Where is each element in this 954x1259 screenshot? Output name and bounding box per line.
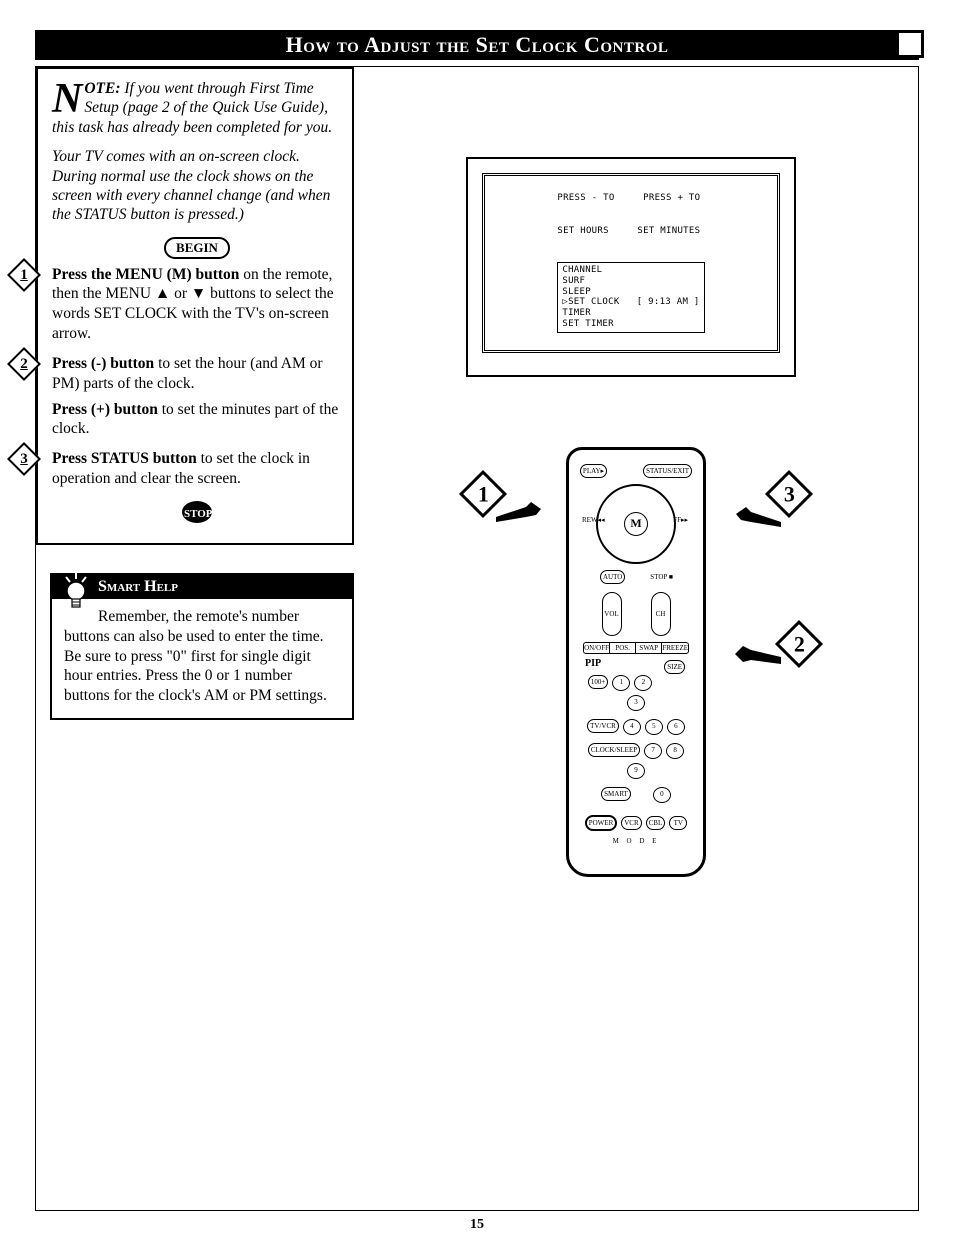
hand-2-icon [731,642,781,672]
size-button-icon: SIZE [664,660,685,674]
step-2-diamond-icon: 2 [7,347,41,381]
num-8-button-icon: 8 [666,743,684,759]
play-button-icon: PLAY▸ [580,464,607,478]
pip-bar-icon: ON/OFFPOS.SWAPFREEZE [583,642,689,654]
intro-paragraph: Your TV comes with an on-screen clock. D… [52,147,342,225]
lightbulb-icon [62,577,90,613]
step-1: 1 Press the MENU (M) button on the remot… [52,265,342,344]
step-3: 3 Press STATUS button to set the clock i… [52,449,342,489]
stop-pill: STOP [182,501,212,523]
num-0-button-icon: 0 [653,787,671,803]
status-button-icon: STATUS/EXIT [643,464,692,478]
step-1-diamond-icon: 1 [7,258,41,292]
smart-help-header: Smart Help [52,575,352,599]
content-frame: N OTE: If you went through First Time Se… [35,66,919,1211]
smart-help-box: Smart Help Remember, the remote's number… [50,573,354,720]
remote-body: PLAY▸ STATUS/EXIT REW◂◂ FF▸▸ AUTO STOP ■ [566,447,706,877]
step-2: 2 Press (-) button to set the hour (and … [52,354,342,439]
num-9-button-icon: 9 [627,763,645,779]
pip-label: PIP [585,658,601,669]
dpad-icon: REW◂◂ FF▸▸ [596,484,676,564]
begin-pill: BEGIN [164,237,230,259]
smart-button-icon: SMART [601,787,631,801]
num-6-button-icon: 6 [667,719,685,735]
tv-menu-list: CHANNEL SURF SLEEP ▷SET CLOCK [ 9:13 AM … [557,262,704,333]
clock-sleep-button-icon: CLOCK/SLEEP [588,743,640,757]
auto-button-icon: AUTO [600,570,625,584]
mode-label: M O D E [577,837,695,845]
vol-rocker-icon: VOL [602,592,622,636]
hand-3-icon [731,502,781,532]
hundred-plus-button-icon: 100+ [588,675,608,689]
callout-2-icon: 2 [775,620,823,668]
note-paragraph: N OTE: If you went through First Time Se… [52,79,342,137]
page-title: How to Adjust the Set Clock Control [35,30,919,60]
num-4-button-icon: 4 [623,719,641,735]
remote-illustration: 1 3 2 PLAY▸ STATUS/EXIT REW◂◂ FF▸▸ [516,447,756,927]
mode-cbl-icon: CBL [646,816,666,830]
ch-rocker-icon: CH [651,592,671,636]
mode-vcr-icon: VCR [621,816,641,830]
num-1-button-icon: 1 [612,675,630,691]
num-7-button-icon: 7 [644,743,662,759]
dropcap-n: N [52,79,84,115]
checkbox-icon [896,30,924,58]
num-2-button-icon: 2 [634,675,652,691]
page-number: 15 [35,1217,919,1233]
power-button-icon: POWER [585,815,618,831]
step-3-diamond-icon: 3 [7,442,41,476]
tvvcr-button-icon: TV/VCR [587,719,619,733]
mode-tv-icon: TV [669,816,687,830]
num-5-button-icon: 5 [645,719,663,735]
tv-screen: PRESS - TO PRESS + TO SET HOURS SET MINU… [482,173,780,353]
num-3-button-icon: 3 [627,695,645,711]
tv-illustration: PRESS - TO PRESS + TO SET HOURS SET MINU… [466,157,796,377]
instruction-box: N OTE: If you went through First Time Se… [36,67,354,545]
hand-1-icon [496,497,546,527]
smart-help-body: Remember, the remote's number buttons ca… [52,599,352,718]
